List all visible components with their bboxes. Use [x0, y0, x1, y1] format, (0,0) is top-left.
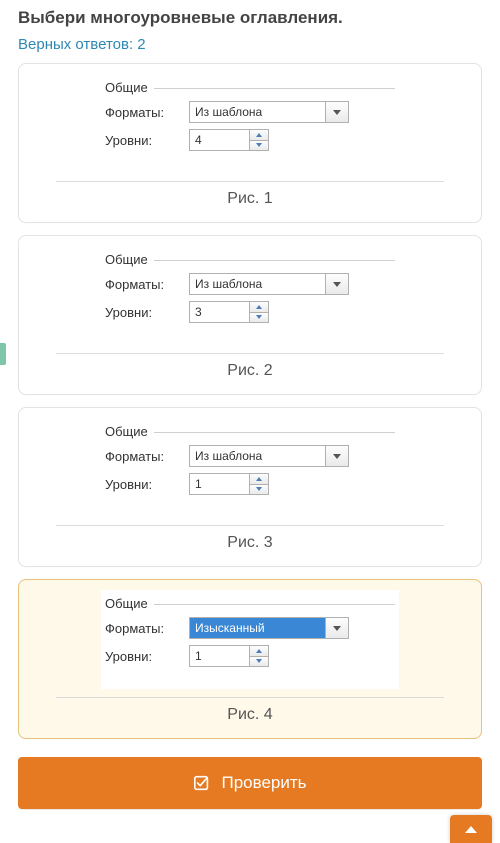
group-label: Общие	[105, 252, 154, 267]
divider	[56, 697, 445, 698]
spinner-down-icon[interactable]	[250, 313, 268, 323]
levels-label: Уровни:	[105, 477, 189, 492]
formats-label: Форматы:	[105, 277, 189, 292]
chevron-down-icon[interactable]	[325, 618, 348, 638]
side-accent-mark	[0, 343, 6, 365]
toc-settings-panel: Общие Форматы: Из шаблона Уровни: 4	[101, 74, 399, 173]
group-divider	[154, 432, 395, 433]
spinner-down-icon[interactable]	[250, 657, 268, 667]
chevron-down-icon[interactable]	[325, 446, 348, 466]
toc-settings-panel: Общие Форматы: Из шаблона Уровни: 3	[101, 246, 399, 345]
figure-caption: Рис. 4	[29, 706, 471, 724]
figure-caption: Рис. 3	[29, 534, 471, 552]
checkbox-check-icon	[193, 774, 211, 792]
correct-answers-count: Верных ответов: 2	[18, 36, 482, 53]
question-title: Выбери многоуровневые оглавления.	[18, 8, 482, 28]
group-divider	[154, 604, 395, 605]
group-label: Общие	[105, 424, 154, 439]
levels-value: 1	[190, 646, 249, 666]
toc-settings-panel: Общие Форматы: Изысканный Уровни: 1	[101, 590, 399, 689]
answer-option-1[interactable]: Общие Форматы: Из шаблона Уровни: 4	[18, 63, 482, 223]
divider	[56, 525, 445, 526]
spinner-up-icon[interactable]	[250, 302, 268, 313]
toc-settings-panel: Общие Форматы: Из шаблона Уровни: 1	[101, 418, 399, 517]
check-button-label: Проверить	[221, 773, 306, 793]
scroll-to-top-button[interactable]	[450, 815, 492, 843]
formats-dropdown[interactable]: Из шаблона	[189, 273, 349, 295]
answer-option-2[interactable]: Общие Форматы: Из шаблона Уровни: 3	[18, 235, 482, 395]
levels-label: Уровни:	[105, 133, 189, 148]
chevron-down-icon[interactable]	[325, 274, 348, 294]
figure-caption: Рис. 2	[29, 362, 471, 380]
spinner-down-icon[interactable]	[250, 141, 268, 151]
group-label: Общие	[105, 80, 154, 95]
levels-value: 1	[190, 474, 249, 494]
formats-label: Форматы:	[105, 105, 189, 120]
formats-value: Изысканный	[190, 618, 325, 638]
formats-label: Форматы:	[105, 449, 189, 464]
group-divider	[154, 88, 395, 89]
levels-spinner[interactable]: 4	[189, 129, 269, 151]
divider	[56, 181, 445, 182]
formats-dropdown[interactable]: Из шаблона	[189, 445, 349, 467]
spinner-up-icon[interactable]	[250, 646, 268, 657]
levels-label: Уровни:	[105, 649, 189, 664]
answer-option-3[interactable]: Общие Форматы: Из шаблона Уровни: 1	[18, 407, 482, 567]
levels-value: 3	[190, 302, 249, 322]
chevron-up-icon	[465, 826, 477, 833]
chevron-down-icon[interactable]	[325, 102, 348, 122]
levels-value: 4	[190, 130, 249, 150]
answer-option-4[interactable]: Общие Форматы: Изысканный Уровни: 1	[18, 579, 482, 739]
divider	[56, 353, 445, 354]
formats-value: Из шаблона	[190, 102, 325, 122]
figure-caption: Рис. 1	[29, 190, 471, 208]
spinner-down-icon[interactable]	[250, 485, 268, 495]
spinner-up-icon[interactable]	[250, 130, 268, 141]
levels-spinner[interactable]: 1	[189, 473, 269, 495]
group-label: Общие	[105, 596, 154, 611]
levels-spinner[interactable]: 1	[189, 645, 269, 667]
levels-spinner[interactable]: 3	[189, 301, 269, 323]
formats-value: Из шаблона	[190, 446, 325, 466]
group-divider	[154, 260, 395, 261]
formats-dropdown[interactable]: Из шаблона	[189, 101, 349, 123]
formats-label: Форматы:	[105, 621, 189, 636]
formats-value: Из шаблона	[190, 274, 325, 294]
formats-dropdown[interactable]: Изысканный	[189, 617, 349, 639]
levels-label: Уровни:	[105, 305, 189, 320]
spinner-up-icon[interactable]	[250, 474, 268, 485]
check-button[interactable]: Проверить	[18, 757, 482, 809]
